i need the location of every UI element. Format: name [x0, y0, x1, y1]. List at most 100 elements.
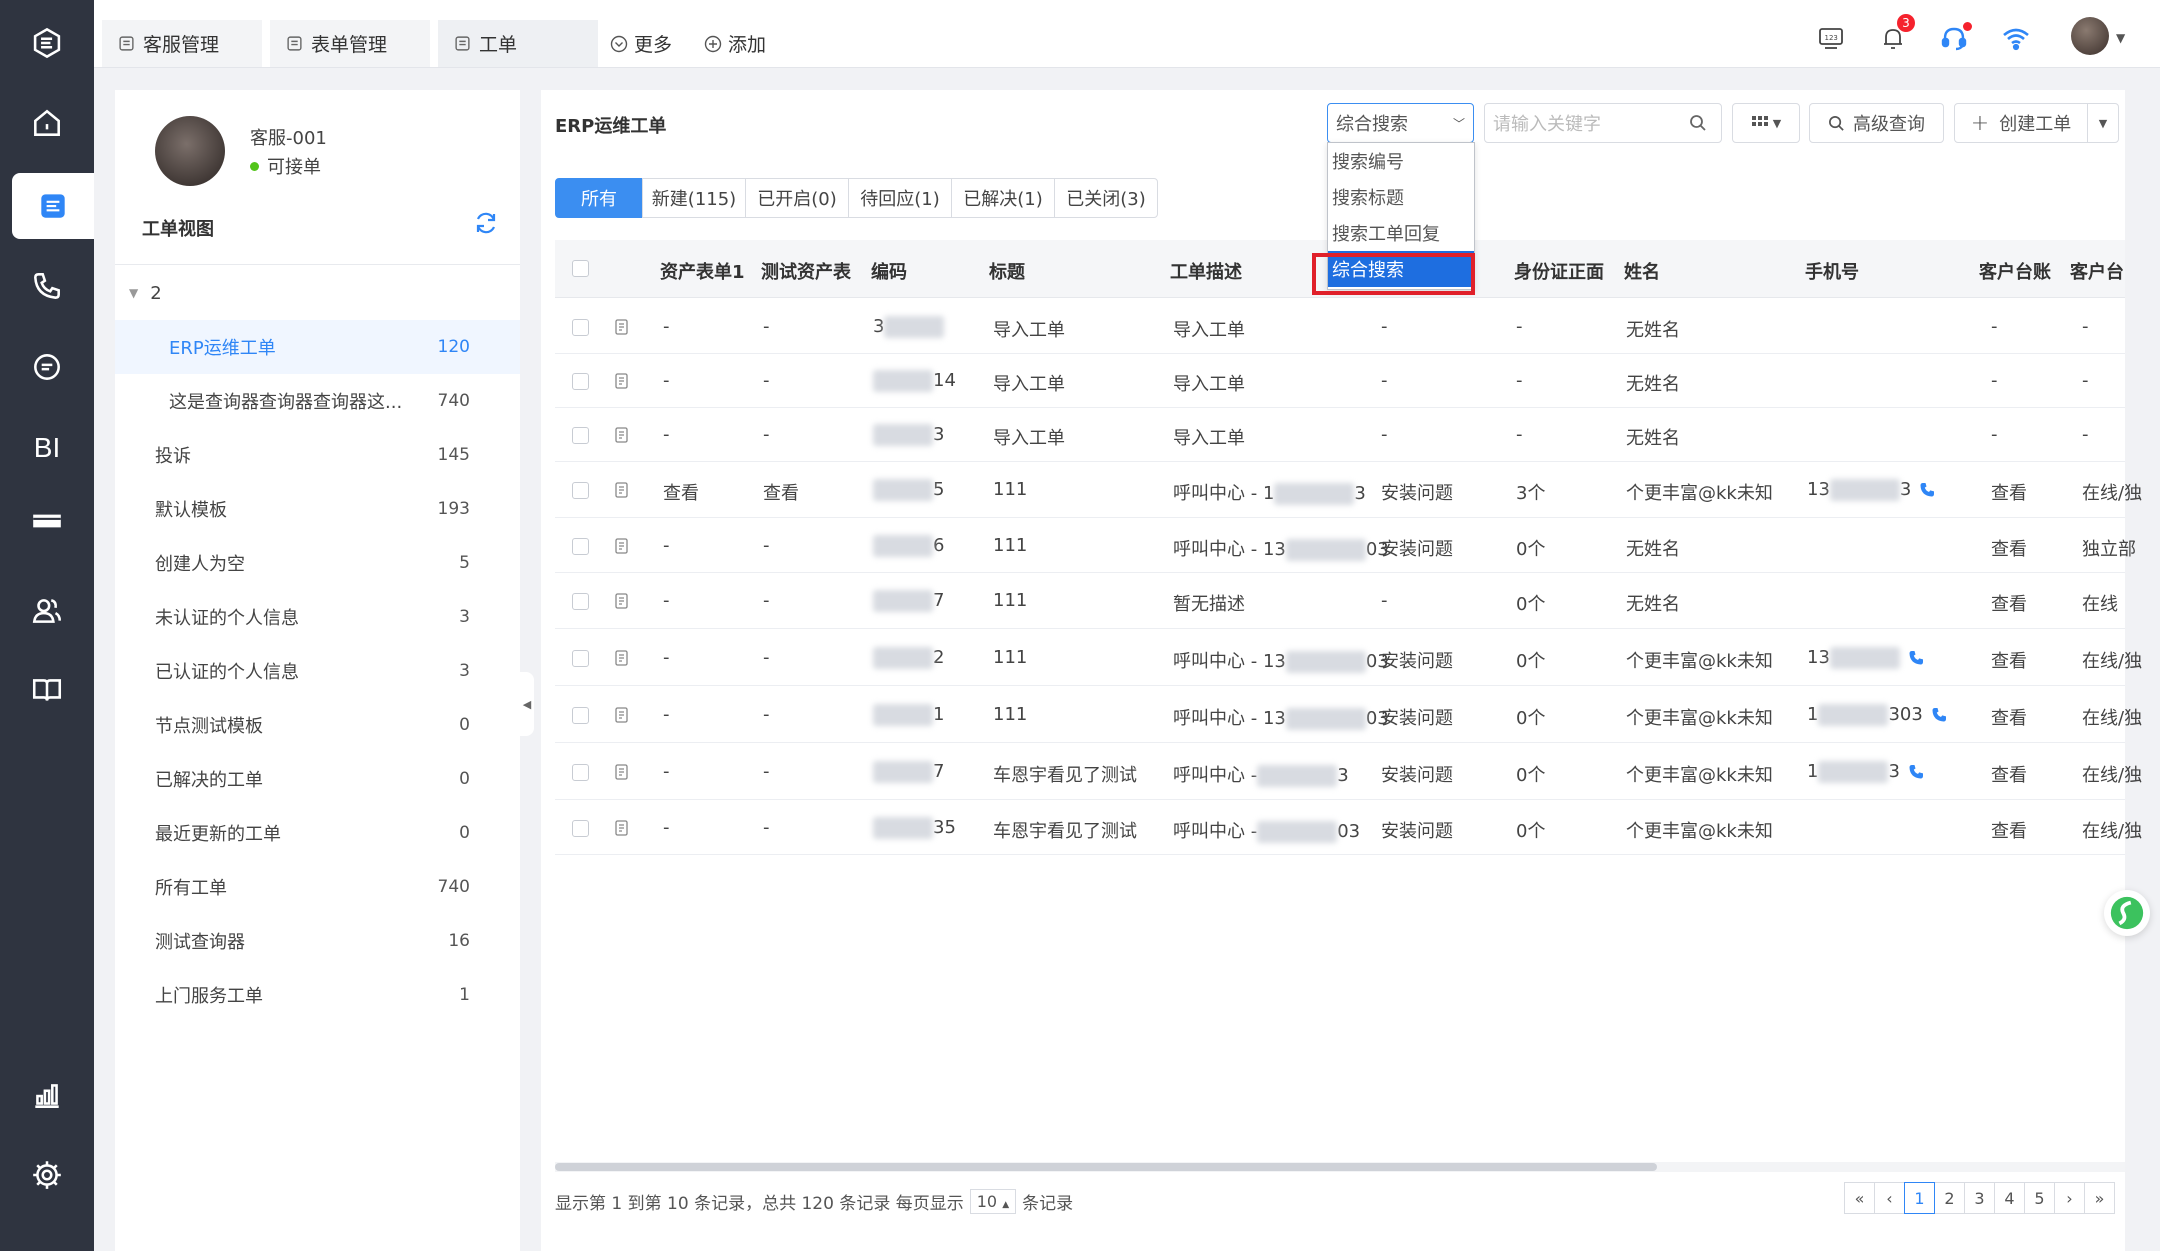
view-item[interactable]: 测试查询器 16: [115, 914, 520, 968]
table-row[interactable]: 查看 查看 5 111 呼叫中心 - 1 3 安装问题 3个 个更丰富@kk未知 13 3 查看 在线/…: [555, 462, 2142, 518]
view-item[interactable]: 所有工单 740: [115, 860, 520, 914]
column-settings-button[interactable]: ▼: [1732, 103, 1800, 143]
ticket-doc-icon[interactable]: [613, 537, 631, 555]
dropdown-option[interactable]: 搜索工单回复: [1328, 215, 1474, 251]
card-nav-icon[interactable]: [0, 488, 94, 554]
ledger-cell[interactable]: 查看: [1991, 761, 2027, 787]
page-number-active[interactable]: 1: [1904, 1182, 1935, 1214]
filter-tab-new[interactable]: 新建(115): [642, 178, 746, 218]
page-number[interactable]: 5: [2024, 1182, 2055, 1214]
tab-tickets[interactable]: 工单: [438, 20, 598, 67]
table-row[interactable]: - -7 车恩宇看见了测试 呼叫中心 -3 安装问题 0个 个更丰富@kk未知 1 3 查看 在线/…: [555, 743, 2142, 800]
table-row[interactable]: - - 35 车恩宇看见了测试 呼叫中心 - 03 安装问题 0个 个更丰富@kk未知 查看 在线/…: [555, 800, 2142, 855]
row-checkbox[interactable]: [572, 427, 589, 444]
view-item[interactable]: 默认模板 193: [115, 482, 520, 536]
title-cell[interactable]: 导入工单: [993, 316, 1065, 342]
refresh-icon[interactable]: [473, 210, 499, 236]
view-item[interactable]: 上门服务工单 1: [115, 968, 520, 1022]
asset-form-cell[interactable]: 查看: [663, 479, 699, 505]
row-checkbox[interactable]: [572, 707, 589, 724]
ledger-cell[interactable]: 查看: [1991, 479, 2027, 505]
filter-tab-open[interactable]: 已开启(0): [745, 178, 849, 218]
filter-tab-closed[interactable]: 已关闭(3): [1054, 178, 1158, 218]
view-item-query[interactable]: 这是查询器查询器查询器这... 740: [115, 374, 520, 428]
title-cell[interactable]: 导入工单: [993, 370, 1065, 396]
page-last[interactable]: »: [2084, 1182, 2115, 1214]
select-all-checkbox[interactable]: [572, 260, 589, 277]
create-ticket-button[interactable]: + 创建工单: [1954, 103, 2088, 143]
more-menu[interactable]: 更多: [610, 30, 672, 57]
scrollbar-thumb[interactable]: [555, 1163, 1657, 1171]
filter-tab-all[interactable]: 所有: [555, 178, 643, 218]
title-cell[interactable]: 111: [993, 535, 1027, 556]
ledger-cell[interactable]: 查看: [1991, 817, 2027, 843]
row-checkbox[interactable]: [572, 820, 589, 837]
col-header[interactable]: 资产表单1: [660, 258, 745, 284]
ticket-doc-icon[interactable]: [613, 426, 631, 444]
create-options-caret[interactable]: ▼: [2087, 103, 2119, 143]
advanced-search-button[interactable]: 高级查询: [1809, 103, 1944, 143]
ticket-doc-icon[interactable]: [613, 372, 631, 390]
view-item-erp[interactable]: ERP运维工单 120: [115, 320, 520, 374]
col-header[interactable]: 编码: [871, 258, 907, 284]
call-phone-icon[interactable]: [1919, 482, 1935, 498]
view-item[interactable]: 节点测试模板 0: [115, 698, 520, 752]
table-row[interactable]: - - 3 导入工单 导入工单 - - 无姓名 - -: [555, 408, 2125, 462]
col-header[interactable]: 工单描述: [1170, 258, 1242, 284]
ticket-doc-icon[interactable]: [613, 706, 631, 724]
view-item[interactable]: 已认证的个人信息 3: [115, 644, 520, 698]
table-row[interactable]: - - 7 111 暂无描述 - 0个 无姓名 查看 在线: [555, 573, 2125, 629]
row-checkbox[interactable]: [572, 593, 589, 610]
title-cell[interactable]: 111: [993, 590, 1027, 611]
table-row[interactable]: - - 14 导入工单 导入工单 - - 无姓名 - -: [555, 354, 2125, 408]
phone-nav-icon[interactable]: [0, 253, 94, 319]
col-header[interactable]: 测试资产表: [761, 258, 851, 284]
call-phone-icon[interactable]: [1908, 650, 1924, 666]
ledger-cell[interactable]: 查看: [1991, 647, 2027, 673]
user-avatar[interactable]: [2071, 17, 2109, 55]
keypad-icon[interactable]: 123: [1811, 18, 1851, 58]
agent-status[interactable]: 可接单: [250, 153, 321, 179]
ticket-doc-icon[interactable]: [613, 481, 631, 499]
row-checkbox[interactable]: [572, 319, 589, 336]
book-nav-icon[interactable]: [0, 657, 94, 723]
table-row[interactable]: - -1 111 呼叫中心 - 13 03 安装问题 0个 个更丰富@kk未知 1 303 查看 在线…: [555, 686, 2142, 743]
col-header[interactable]: 标题: [989, 258, 1025, 284]
col-header[interactable]: 客户台账: [1979, 258, 2051, 284]
col-header[interactable]: 手机号: [1805, 258, 1859, 284]
page-next[interactable]: ›: [2054, 1182, 2085, 1214]
search-mode-select[interactable]: 综合搜索 ﹀: [1327, 103, 1474, 143]
bi-nav[interactable]: BI: [0, 415, 94, 481]
settings-nav-icon[interactable]: [0, 1142, 94, 1208]
test-asset-cell[interactable]: 查看: [763, 479, 799, 505]
ledger-cell[interactable]: 查看: [1991, 704, 2027, 730]
view-item[interactable]: 未认证的个人信息 3: [115, 590, 520, 644]
filter-tab-solved[interactable]: 已解决(1): [951, 178, 1055, 218]
ticket-nav-icon[interactable]: [12, 173, 94, 239]
table-row[interactable]: - - 3 导入工单 导入工单 - - 无姓名 - -: [555, 300, 2125, 354]
page-size-select[interactable]: 10 ▲: [969, 1188, 1017, 1214]
collapse-panel-handle[interactable]: ◀: [520, 672, 534, 736]
dropdown-option[interactable]: 搜索编号: [1328, 143, 1474, 179]
group-toggle[interactable]: ▼ 2: [115, 266, 520, 320]
ticket-doc-icon[interactable]: [613, 592, 631, 610]
title-cell[interactable]: 111: [993, 479, 1027, 500]
horizontal-scrollbar[interactable]: [555, 1162, 2125, 1172]
chat-nav-icon[interactable]: [0, 334, 94, 400]
search-icon[interactable]: [1689, 114, 1707, 132]
row-checkbox[interactable]: [572, 373, 589, 390]
table-row[interactable]: - - 2 111 呼叫中心 - 13 03 安装问题 0个 个更丰富@kk未知 13 查看 在线/独: [555, 629, 2142, 686]
col-header[interactable]: 姓名: [1624, 258, 1660, 284]
title-cell[interactable]: 导入工单: [993, 424, 1065, 450]
row-checkbox[interactable]: [572, 482, 589, 499]
tab-form-management[interactable]: 表单管理: [270, 20, 430, 67]
assistant-float-button[interactable]: [2104, 890, 2150, 936]
row-checkbox[interactable]: [572, 764, 589, 781]
col-header[interactable]: 身份证正面: [1514, 258, 1604, 284]
col-header[interactable]: 客户台: [2070, 258, 2124, 284]
page-number[interactable]: 3: [1964, 1182, 1995, 1214]
tab-customer-service[interactable]: 客服管理: [102, 20, 262, 67]
title-cell[interactable]: 车恩宇看见了测试: [993, 817, 1137, 843]
dropdown-option[interactable]: 搜索标题: [1328, 179, 1474, 215]
title-cell[interactable]: 车恩宇看见了测试: [993, 761, 1137, 787]
